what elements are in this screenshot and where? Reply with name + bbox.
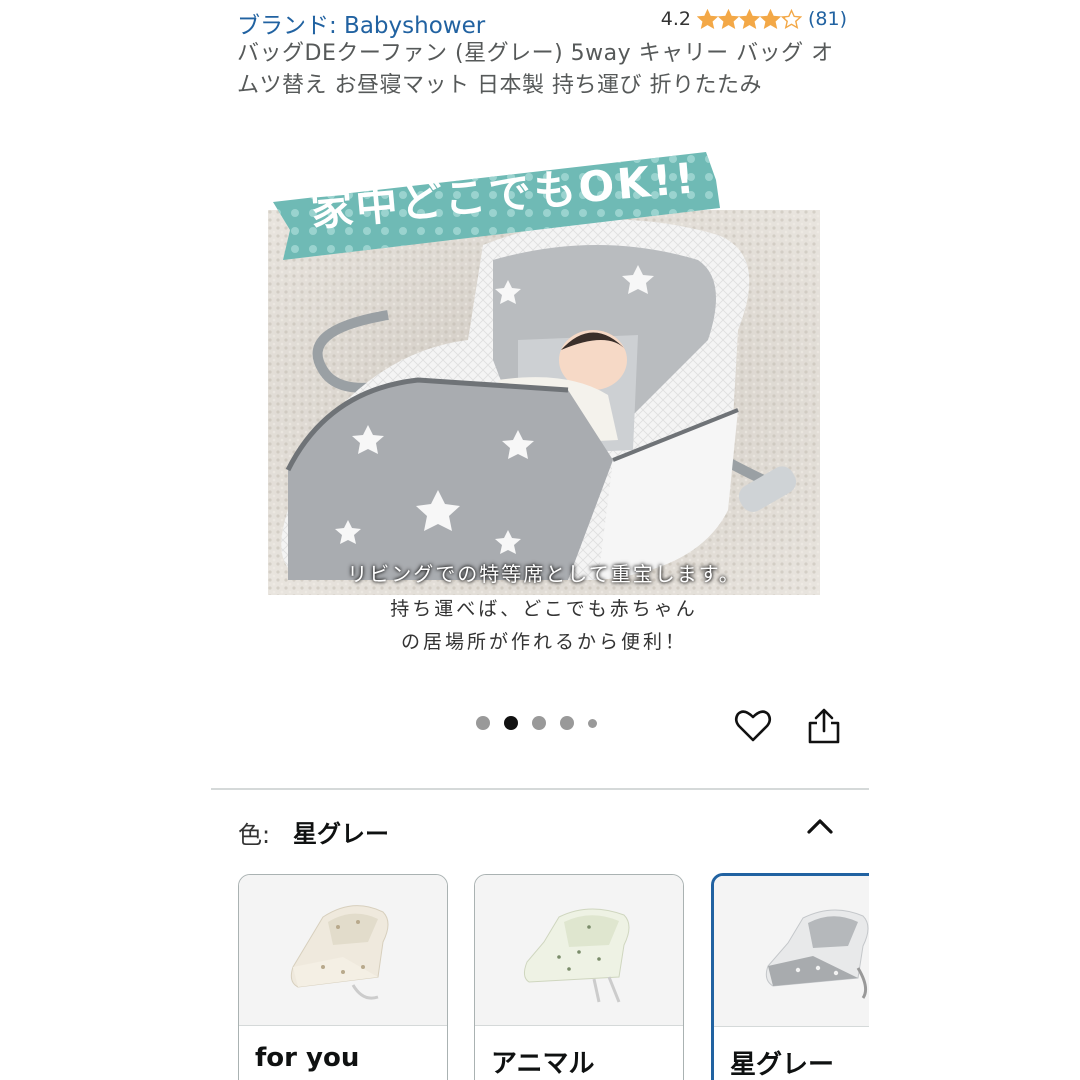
header-row: ブランド: Babyshower 4.2 (81) xyxy=(237,6,847,39)
product-photo xyxy=(268,210,820,595)
swatch-animal[interactable]: アニマル xyxy=(474,874,684,1080)
caption-line-1: リビングでの特等席として重宝します。 xyxy=(347,562,741,586)
product-image[interactable]: 家中どこでもOK!! リビングでの特等席として重宝します。 持ち運べば、どこでも… xyxy=(268,150,820,660)
carousel-dot[interactable] xyxy=(588,718,597,728)
swatch-separator xyxy=(714,1026,869,1027)
product-thumbnail xyxy=(290,905,389,1000)
color-label: 色: xyxy=(238,821,271,849)
swatch-star-grey[interactable]: 星グレー xyxy=(711,873,869,1080)
section-divider xyxy=(211,788,869,790)
rating-stars xyxy=(696,8,802,30)
carousel-dot[interactable] xyxy=(476,716,490,730)
rating-count[interactable]: (81) xyxy=(808,8,847,30)
share-button[interactable] xyxy=(804,706,844,746)
caption-line-3: の居場所が作れるから便利！ xyxy=(400,631,687,653)
caption-line-2: 持ち運べば、どこでも赤ちゃん xyxy=(390,598,698,620)
selected-color-value: 星グレー xyxy=(293,820,389,848)
brand-link[interactable]: ブランド: Babyshower xyxy=(237,6,485,40)
color-swatch-list: for you アニマル 星グレー xyxy=(0,872,869,1080)
chevron-up-icon[interactable] xyxy=(803,812,837,840)
swatch-label: for you xyxy=(255,1043,360,1073)
star-icon xyxy=(738,8,760,29)
product-thumbnail xyxy=(765,909,869,999)
wishlist-button[interactable] xyxy=(733,706,773,746)
rating-score: 4.2 xyxy=(660,8,691,30)
swatch-separator xyxy=(239,1025,447,1026)
star-icon xyxy=(717,8,739,29)
carousel-dot[interactable] xyxy=(560,716,574,730)
share-icon xyxy=(808,708,840,744)
swatch-label: 星グレー xyxy=(730,1050,835,1080)
heart-icon xyxy=(734,710,772,742)
star-icon xyxy=(780,8,802,29)
star-icon xyxy=(759,8,781,29)
swatch-for-you[interactable]: for you xyxy=(238,874,448,1080)
swatch-label: アニマル xyxy=(491,1049,595,1079)
carousel-dot[interactable] xyxy=(504,716,518,730)
rating[interactable]: 4.2 (81) xyxy=(661,8,847,30)
carousel-dot[interactable] xyxy=(532,716,546,730)
carousel-dots xyxy=(476,716,611,730)
product-title: バッグDEクーファン (星グレー) 5way キャリー バッグ オムツ替え お昼… xyxy=(237,41,834,98)
product-thumbnail xyxy=(523,908,630,1003)
swatch-separator xyxy=(475,1025,683,1026)
star-icon xyxy=(696,8,718,29)
color-selector-header[interactable]: 色: 星グレー xyxy=(238,812,838,849)
